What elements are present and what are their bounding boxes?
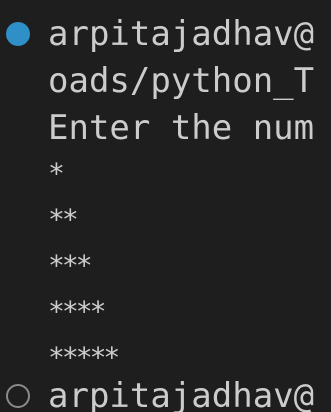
output-row-4: ****	[48, 295, 106, 328]
prompt-line-second: arpitajadhav@	[48, 376, 315, 412]
path-line: oads/python_T	[48, 61, 315, 101]
prompt-line-first: arpitajadhav@	[48, 14, 315, 54]
terminal-panel[interactable]: arpitajadhav@ oads/python_T Enter the nu…	[0, 0, 331, 412]
output-row-5: *****	[48, 341, 120, 374]
output-row-1: *	[48, 157, 65, 190]
command-success-dot-icon[interactable]	[6, 22, 30, 46]
output-row-2: **	[48, 203, 79, 236]
input-prompt-line: Enter the num	[48, 108, 315, 148]
command-empty-dot-icon[interactable]	[6, 384, 30, 408]
output-row-3: ***	[48, 249, 93, 282]
